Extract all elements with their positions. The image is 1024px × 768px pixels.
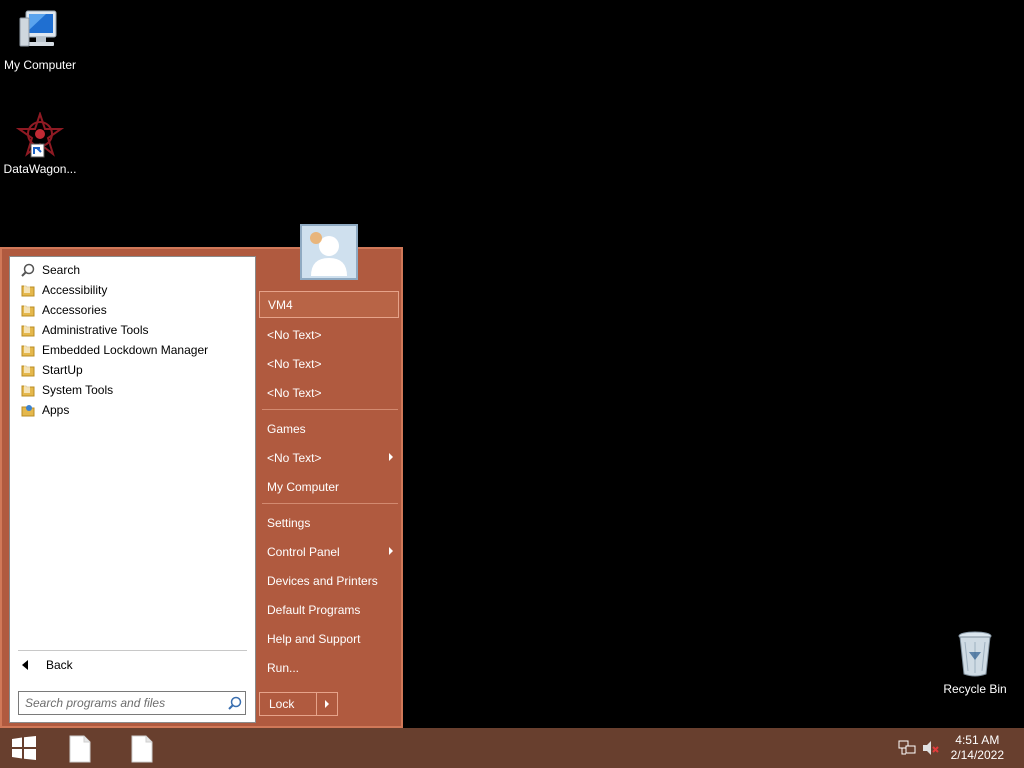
right-item-no-text-1[interactable]: <No Text> <box>259 321 399 348</box>
program-label: Administrative Tools <box>42 323 149 337</box>
search-icon[interactable] <box>225 693 245 713</box>
document-icon <box>69 735 91 763</box>
program-item-administrative-tools[interactable]: Administrative Tools <box>18 320 247 340</box>
back-label: Back <box>46 658 73 672</box>
right-item-label: <No Text> <box>267 356 322 371</box>
apps-icon <box>20 402 36 418</box>
right-item-no-text-3[interactable]: <No Text> <box>259 379 399 406</box>
right-item-label: <No Text> <box>267 327 322 342</box>
desktop-icon-my-computer[interactable]: My Computer <box>0 8 80 72</box>
taskbar: 4:51 AM 2/14/2022 <box>0 728 1024 768</box>
windows-logo-icon <box>12 736 36 760</box>
right-item-settings[interactable]: Settings <box>259 509 399 536</box>
right-item-help-and-support[interactable]: Help and Support <box>259 625 399 652</box>
programs-pane: Search Accessibility Accessories Adminis… <box>9 256 256 723</box>
lock-button-group: Lock <box>259 692 338 716</box>
search-icon <box>20 262 36 278</box>
folder-icon <box>20 362 36 378</box>
start-button[interactable] <box>6 734 42 762</box>
divider <box>262 503 398 504</box>
desktop-icon-recycle-bin[interactable]: Recycle Bin <box>935 630 1015 696</box>
right-item-label: Settings <box>267 515 311 530</box>
folder-icon <box>20 382 36 398</box>
folder-icon <box>20 282 36 298</box>
right-item-default-programs[interactable]: Default Programs <box>259 596 399 623</box>
program-label: Accessories <box>42 303 107 317</box>
right-item-no-text-submenu[interactable]: <No Text> <box>259 444 399 471</box>
taskbar-app-2[interactable] <box>128 735 156 763</box>
folder-icon <box>20 322 36 338</box>
right-item-label: Devices and Printers <box>267 573 378 588</box>
programs-list: Search Accessibility Accessories Adminis… <box>18 260 247 420</box>
right-item-games[interactable]: Games <box>259 415 399 442</box>
right-item-label: Run... <box>267 660 300 675</box>
right-item-label: My Computer <box>267 479 340 494</box>
start-menu: Search Accessibility Accessories Adminis… <box>0 224 403 728</box>
program-label: Search <box>42 263 81 277</box>
program-label: System Tools <box>42 383 114 397</box>
program-item-system-tools[interactable]: System Tools <box>18 380 247 400</box>
folder-icon <box>20 302 36 318</box>
program-item-search[interactable]: Search <box>18 260 247 280</box>
lock-button[interactable]: Lock <box>260 693 317 715</box>
right-item-control-panel[interactable]: Control Panel <box>259 538 399 565</box>
search-input[interactable] <box>19 696 225 710</box>
recycle-bin-icon <box>955 630 995 678</box>
right-item-label: <No Text> <box>267 450 322 465</box>
back-button[interactable]: Back <box>18 654 248 676</box>
submenu-arrow-icon <box>389 547 393 555</box>
right-item-my-computer[interactable]: My Computer <box>259 473 399 500</box>
divider <box>262 409 398 410</box>
volume-muted-icon[interactable] <box>922 740 940 756</box>
folder-icon <box>20 342 36 358</box>
right-item-vm4[interactable]: VM4 <box>259 291 399 318</box>
desktop-icon-datawagon[interactable]: DataWagon... <box>0 110 80 176</box>
system-clock[interactable]: 4:51 AM 2/14/2022 <box>951 733 1004 763</box>
right-item-run[interactable]: Run... <box>259 654 399 681</box>
right-item-label: Default Programs <box>267 602 361 617</box>
program-item-accessories[interactable]: Accessories <box>18 300 247 320</box>
clock-time: 4:51 AM <box>955 733 1000 747</box>
right-item-devices-and-printers[interactable]: Devices and Printers <box>259 567 399 594</box>
user-avatar-icon <box>302 226 356 278</box>
program-label: Embedded Lockdown Manager <box>42 343 209 357</box>
divider <box>18 650 247 651</box>
desktop-icon-label: DataWagon... <box>3 162 77 176</box>
right-item-label: Games <box>267 421 306 436</box>
program-label: StartUp <box>42 363 83 377</box>
desktop-icon-label: Recycle Bin <box>943 682 1007 696</box>
program-item-apps[interactable]: Apps <box>18 400 247 420</box>
right-item-label: Control Panel <box>267 544 340 559</box>
back-arrow-icon <box>22 660 28 670</box>
desktop-icon-label: My Computer <box>3 58 77 72</box>
network-icon[interactable] <box>898 740 916 756</box>
right-item-label: Help and Support <box>267 631 361 646</box>
document-icon <box>131 735 153 763</box>
datawagon-icon <box>15 110 65 158</box>
clock-date: 2/14/2022 <box>950 748 1004 762</box>
chevron-right-icon <box>325 700 329 708</box>
right-item-no-text-2[interactable]: <No Text> <box>259 350 399 377</box>
program-label: Apps <box>42 403 70 417</box>
search-box[interactable] <box>18 691 246 715</box>
program-item-startup[interactable]: StartUp <box>18 360 247 380</box>
right-item-label: VM4 <box>268 297 293 312</box>
taskbar-app-1[interactable] <box>66 735 94 763</box>
program-label: Accessibility <box>42 283 108 297</box>
computer-icon <box>16 8 64 54</box>
program-item-embedded-lockdown-manager[interactable]: Embedded Lockdown Manager <box>18 340 247 360</box>
user-picture[interactable] <box>300 224 358 280</box>
program-item-accessibility[interactable]: Accessibility <box>18 280 247 300</box>
right-item-label: <No Text> <box>267 385 322 400</box>
submenu-arrow-icon <box>389 453 393 461</box>
lock-options-button[interactable] <box>317 693 337 715</box>
